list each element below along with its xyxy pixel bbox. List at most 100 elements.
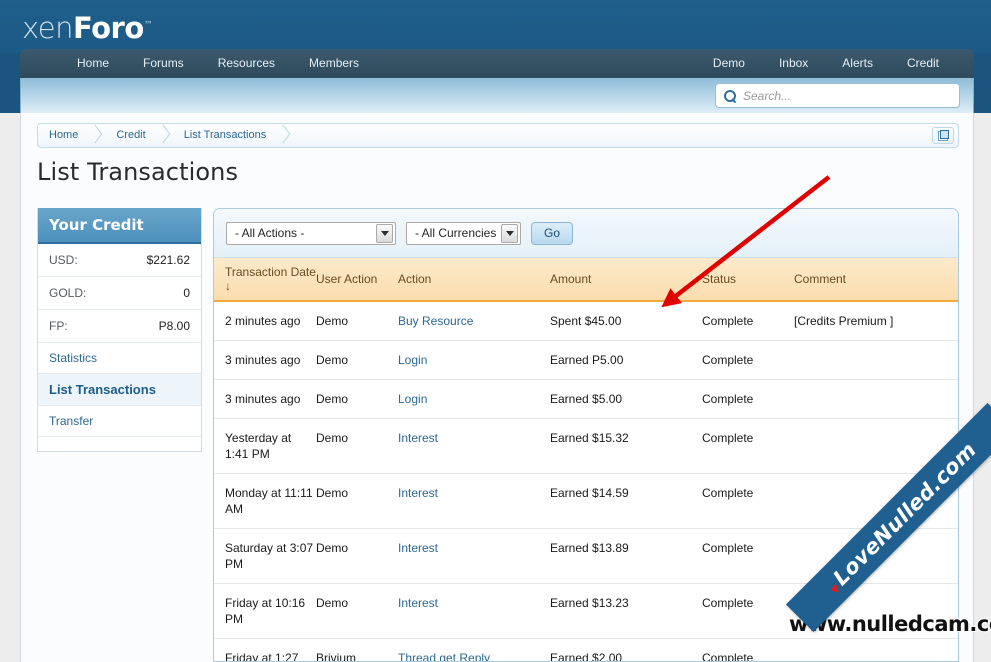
sidebar-item-statistics[interactable]: Statistics [38,343,201,374]
cell-user-action: Demo [316,583,398,639]
cell-amount: Earned $14.59 [550,473,702,529]
sidebar-your-credit: Your Credit USD: $221.62 GOLD: 0 FP: P8.… [37,208,202,452]
action-link[interactable]: Interest [398,486,438,500]
nav-item-credit[interactable]: Credit [890,49,956,78]
nav-item-members[interactable]: Members [292,49,376,78]
balance-value-usd: $221.62 [146,253,190,267]
currency-filter-select[interactable]: - All Currencies - [406,221,521,245]
action-link[interactable]: Login [398,353,427,367]
balance-label-usd: USD: [49,253,78,267]
balance-label-gold: GOLD: [49,286,87,300]
breadcrumb: Home Credit List Transactions [37,123,959,148]
cell-comment [794,379,958,419]
cell-transaction-date: 2 minutes ago [214,301,316,341]
filter-bar: - All Actions - - All Currencies - Go [214,209,958,258]
table-row: 3 minutes ago Demo Login Earned $5.00 Comple… [214,379,958,419]
action-link[interactable]: Buy Resource [398,314,473,328]
cell-action: Login [398,379,550,419]
breadcrumb-item-home[interactable]: Home [38,124,87,147]
logo-trademark: ™ [143,20,153,31]
cell-user-action: Demo [316,473,398,529]
left-gutter [0,113,20,662]
nav-item-home[interactable]: Home [60,49,126,78]
action-link[interactable]: Interest [398,431,438,445]
cell-user-action: Demo [316,340,398,380]
balance-row-gold: GOLD: 0 [38,277,201,310]
cell-transaction-date: Friday at 1:27 AM [214,638,316,661]
cell-amount: Earned $15.32 [550,418,702,474]
site-logo[interactable]: xenForo™ [22,8,153,48]
balance-value-gold: 0 [183,286,190,300]
cell-transaction-date: Yesterday at 1:41 PM [214,418,316,474]
breadcrumb-separator [155,124,173,147]
action-link[interactable]: Interest [398,541,438,555]
sidebar-title: Your Credit [38,208,201,244]
cell-status: Complete [702,528,794,584]
nav-item-demo[interactable]: Demo [696,49,762,78]
table-row: Friday at 1:27 AMBriviumThread get Reply… [214,638,958,661]
sidebar-footer-spacer [38,437,201,451]
cell-action: Interest [398,473,550,529]
action-filter-value: - All Actions - [235,226,305,240]
search-placeholder: Search... [743,88,792,103]
cell-transaction-date: Saturday at 3:07 PM [214,528,316,584]
search-icon [723,89,737,103]
table-row: Monday at 11:11 AM Demo Interest Earned $14… [214,473,958,529]
site-header: xenForo™ Home Forums Resources Members D… [0,0,991,113]
search-strip: Search... [20,78,974,113]
cell-amount: Earned $5.00 [550,379,702,419]
column-header-user-action[interactable]: User Action [316,258,398,302]
breadcrumb-separator [87,124,105,147]
action-link[interactable]: Thread get Reply [398,651,490,661]
sidebar-item-transfer[interactable]: Transfer [38,406,201,437]
page-title: List Transactions [37,158,239,186]
balance-row-usd: USD: $221.62 [38,244,201,277]
breadcrumb-item-credit[interactable]: Credit [105,124,154,147]
sidebar-item-list-transactions[interactable]: List Transactions [38,374,201,406]
nav-item-forums[interactable]: Forums [126,49,201,78]
cell-status: Complete [702,638,794,661]
breadcrumb-separator [275,124,293,147]
cell-transaction-date: 3 minutes ago [214,379,316,419]
cell-amount: Spent $45.00 [550,301,702,341]
column-header-action[interactable]: Action [398,258,550,302]
expand-window-icon [937,130,949,141]
column-header-status[interactable]: Status [702,258,794,302]
cell-status: Complete [702,340,794,380]
sort-descending-icon: ↓ [225,279,231,293]
go-button[interactable]: Go [531,221,574,245]
nav-item-resources[interactable]: Resources [201,49,292,78]
cell-status: Complete [702,473,794,529]
breadcrumb-item-list-transactions[interactable]: List Transactions [173,124,276,147]
transactions-table: Transaction Date ↓ User Action Action Am… [214,258,958,661]
action-filter-select[interactable]: - All Actions - [226,221,396,245]
cell-status: Complete [702,301,794,341]
column-header-amount[interactable]: Amount [550,258,702,302]
column-header-comment[interactable]: Comment [794,258,958,302]
cell-user-action: Demo [316,418,398,474]
chevron-down-icon [501,223,518,243]
cell-action: Buy Resource [398,301,550,341]
nav-item-alerts[interactable]: Alerts [825,49,890,78]
nav-item-inbox[interactable]: Inbox [762,49,825,78]
cell-action: Thread get Reply [398,638,550,661]
column-header-transaction-date[interactable]: Transaction Date ↓ [214,258,316,302]
expand-window-button[interactable] [932,127,954,144]
table-row: 2 minutes ago Demo Buy Resource Spent $45.0… [214,301,958,341]
action-link[interactable]: Interest [398,596,438,610]
balance-label-fp: FP: [49,319,68,333]
cell-status: Complete [702,379,794,419]
cell-user-action: Demo [316,528,398,584]
cell-amount: Earned $13.89 [550,528,702,584]
table-row: Yesterday at 1:41 PM Demo Interest Earned $… [214,418,958,474]
table-body: 2 minutes ago Demo Buy Resource Spent $45.0… [214,301,958,661]
table-header-row: Transaction Date ↓ User Action Action Am… [214,258,958,302]
chevron-down-icon [376,223,393,243]
balance-value-fp: P8.00 [158,319,190,333]
action-link[interactable]: Login [398,392,427,406]
logo-text: xenForo™ [22,11,153,45]
cell-comment [794,340,958,380]
logo-text-bold: Foro [73,11,144,45]
cell-comment: [Credits Premium ] [794,301,958,341]
search-input[interactable]: Search... [715,83,960,108]
